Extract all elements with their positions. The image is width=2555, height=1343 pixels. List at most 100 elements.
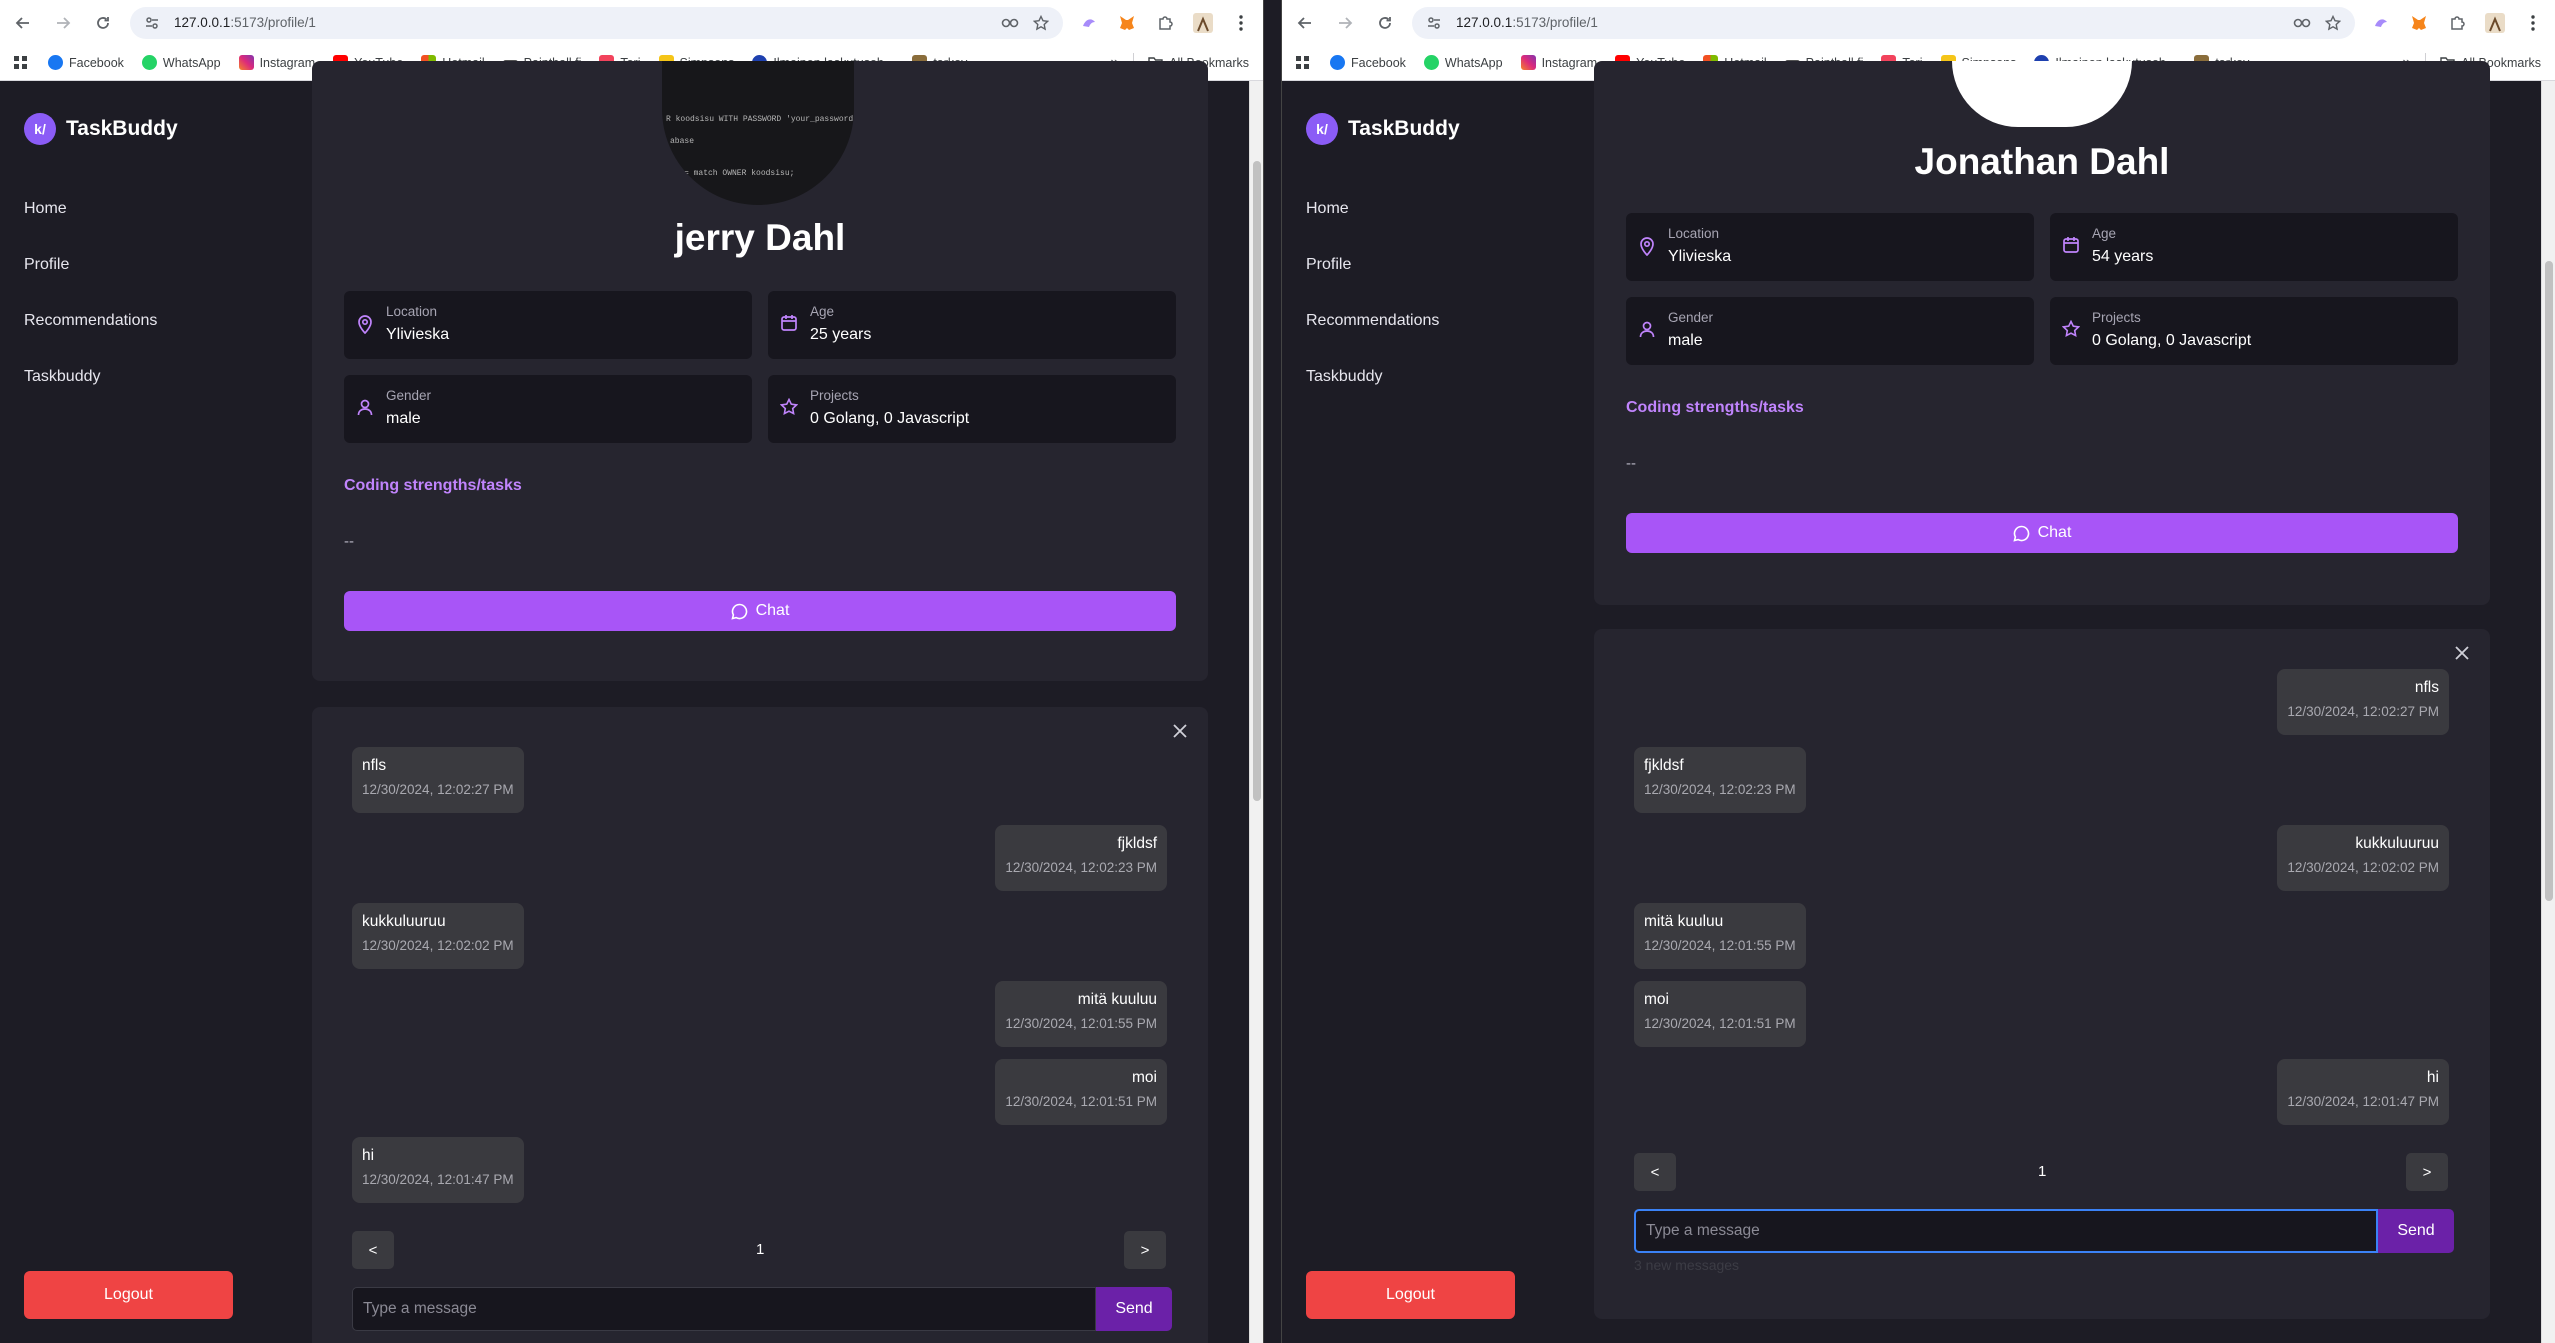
- facebook-icon: [1330, 55, 1345, 70]
- message-time: 12/30/2024, 12:02:02 PM: [362, 938, 514, 953]
- kebab-menu-icon[interactable]: [1229, 11, 1253, 35]
- message-time: 12/30/2024, 12:02:23 PM: [1005, 860, 1157, 875]
- extension-dragon-icon[interactable]: [1077, 11, 1101, 35]
- address-bar[interactable]: 127.0.0.1:5173/profile/1: [130, 6, 1063, 39]
- logo-icon: k/: [1306, 113, 1338, 145]
- send-button[interactable]: Send: [2378, 1209, 2454, 1253]
- scrollbar-thumb[interactable]: [2545, 261, 2553, 901]
- sidebar-item-taskbuddy[interactable]: Taskbuddy: [1306, 349, 1439, 405]
- sidebar-item-home[interactable]: Home: [24, 181, 157, 237]
- kebab-menu-icon[interactable]: [2521, 11, 2545, 35]
- bookmark-facebook[interactable]: Facebook: [42, 50, 130, 76]
- age-value: 25 years: [810, 326, 872, 343]
- main-content: Jonathan Dahl Location Ylivieska Age 54 …: [1594, 61, 2555, 1343]
- chat-bubble-icon: [730, 603, 748, 620]
- password-key-icon[interactable]: [1001, 16, 1019, 30]
- next-page-button[interactable]: >: [1124, 1231, 1166, 1269]
- send-button[interactable]: Send: [1096, 1287, 1172, 1331]
- bookmark-label: Instagram: [1541, 55, 1598, 70]
- info-projects: Projects 0 Golang, 0 Javascript: [2050, 297, 2458, 365]
- logout-button[interactable]: Logout: [24, 1271, 233, 1319]
- message-text: moi: [1132, 1069, 1157, 1086]
- message-input[interactable]: [1634, 1209, 2378, 1253]
- chat-button[interactable]: Chat: [344, 591, 1176, 631]
- logout-button[interactable]: Logout: [1306, 1271, 1515, 1319]
- metamask-icon[interactable]: [1115, 11, 1139, 35]
- scrollbar-thumb[interactable]: [1253, 161, 1261, 801]
- chat-message: nfls 12/30/2024, 12:02:27 PM: [2277, 669, 2449, 735]
- reload-icon[interactable]: [1372, 10, 1398, 36]
- info-gender: Gender male: [344, 375, 752, 443]
- chat-message: mitä kuuluu 12/30/2024, 12:01:55 PM: [995, 981, 1167, 1047]
- message-time: 12/30/2024, 12:02:27 PM: [362, 782, 514, 797]
- sidebar-item-profile[interactable]: Profile: [1306, 237, 1439, 293]
- message-time: 12/30/2024, 12:01:47 PM: [2287, 1094, 2439, 1109]
- browser-toolbar: 127.0.0.1:5173/profile/1: [0, 0, 1263, 45]
- bookmark-facebook[interactable]: Facebook: [1324, 50, 1412, 76]
- brand[interactable]: k/ TaskBuddy: [1306, 113, 1460, 145]
- bookmark-instagram[interactable]: Instagram: [233, 50, 322, 76]
- url-host: 127.0.0.1: [1456, 15, 1513, 30]
- projects-label: Projects: [810, 388, 859, 403]
- password-key-icon[interactable]: [2293, 16, 2311, 30]
- forward-icon[interactable]: [50, 10, 76, 36]
- bookmark-whatsapp[interactable]: WhatsApp: [1418, 50, 1509, 76]
- prev-page-button[interactable]: <: [1634, 1153, 1676, 1191]
- info-age: Age 54 years: [2050, 213, 2458, 281]
- extension-dragon-icon[interactable]: [2369, 11, 2393, 35]
- coding-strengths-value: --: [1626, 455, 1636, 472]
- back-icon[interactable]: [1292, 10, 1318, 36]
- scrollbar[interactable]: [2541, 81, 2555, 1343]
- new-messages-indicator[interactable]: 3 new messages: [1634, 1257, 1739, 1273]
- address-bar[interactable]: 127.0.0.1:5173/profile/1: [1412, 6, 2355, 39]
- next-page-button[interactable]: >: [2406, 1153, 2448, 1191]
- app-root: k/ TaskBuddy Home Profile Recommendation…: [1282, 61, 2555, 1343]
- forward-icon[interactable]: [1332, 10, 1358, 36]
- bookmark-whatsapp[interactable]: WhatsApp: [136, 50, 227, 76]
- url-text[interactable]: 127.0.0.1:5173/profile/1: [174, 15, 987, 30]
- extensions-puzzle-icon[interactable]: [2445, 11, 2469, 35]
- chat-panel: nfls 12/30/2024, 12:02:27 PM fjkldsf 12/30…: [1594, 629, 2490, 1319]
- sidebar-item-recommendations[interactable]: Recommendations: [1306, 293, 1439, 349]
- bookmark-label: Instagram: [259, 55, 316, 70]
- brand[interactable]: k/ TaskBuddy: [24, 113, 178, 145]
- close-icon[interactable]: [2454, 645, 2470, 661]
- profile-avatar-icon[interactable]: [2483, 11, 2507, 35]
- reload-icon[interactable]: [90, 10, 116, 36]
- sidebar-item-home[interactable]: Home: [1306, 181, 1439, 237]
- prev-page-button[interactable]: <: [352, 1231, 394, 1269]
- url-text[interactable]: 127.0.0.1:5173/profile/1: [1456, 15, 2279, 30]
- message-text: hi: [362, 1147, 375, 1164]
- message-input[interactable]: [352, 1287, 1096, 1331]
- apps-grid-icon[interactable]: [14, 55, 28, 70]
- profile-avatar: R koodsisu WITH PASSWORD 'your_password'…: [662, 61, 854, 205]
- bookmark-star-icon[interactable]: [2325, 14, 2341, 31]
- whatsapp-icon: [141, 55, 157, 70]
- bookmark-instagram[interactable]: Instagram: [1515, 50, 1604, 76]
- sidebar-item-profile[interactable]: Profile: [24, 237, 157, 293]
- back-icon[interactable]: [10, 10, 36, 36]
- metamask-icon[interactable]: [2407, 11, 2431, 35]
- close-icon[interactable]: [1172, 723, 1188, 739]
- profile-avatar-icon[interactable]: [1191, 11, 1215, 35]
- chat-message: kukkuluuruu 12/30/2024, 12:02:02 PM: [352, 903, 524, 969]
- sidebar-item-taskbuddy[interactable]: Taskbuddy: [24, 349, 157, 405]
- apps-grid-icon[interactable]: [1296, 55, 1310, 70]
- sidebar-item-recommendations[interactable]: Recommendations: [24, 293, 157, 349]
- brand-name: TaskBuddy: [1348, 117, 1460, 140]
- extensions-puzzle-icon[interactable]: [1153, 11, 1177, 35]
- location-value: Ylivieska: [1668, 248, 1732, 265]
- bookmark-star-icon[interactable]: [1033, 14, 1049, 31]
- message-time: 12/30/2024, 12:01:51 PM: [1644, 1016, 1796, 1031]
- gender-value: male: [386, 410, 421, 427]
- scrollbar[interactable]: [1249, 81, 1263, 1343]
- chat-button[interactable]: Chat: [1626, 513, 2458, 553]
- map-pin-icon: [1638, 236, 1656, 256]
- page-number: 1: [2038, 1163, 2047, 1180]
- site-info-icon[interactable]: [1426, 15, 1442, 31]
- projects-label: Projects: [2092, 310, 2141, 325]
- profile-card: Jonathan Dahl Location Ylivieska Age 54 …: [1594, 61, 2490, 605]
- site-info-icon[interactable]: [144, 15, 160, 31]
- instagram-icon: [1520, 55, 1536, 70]
- projects-value: 0 Golang, 0 Javascript: [2092, 332, 2252, 349]
